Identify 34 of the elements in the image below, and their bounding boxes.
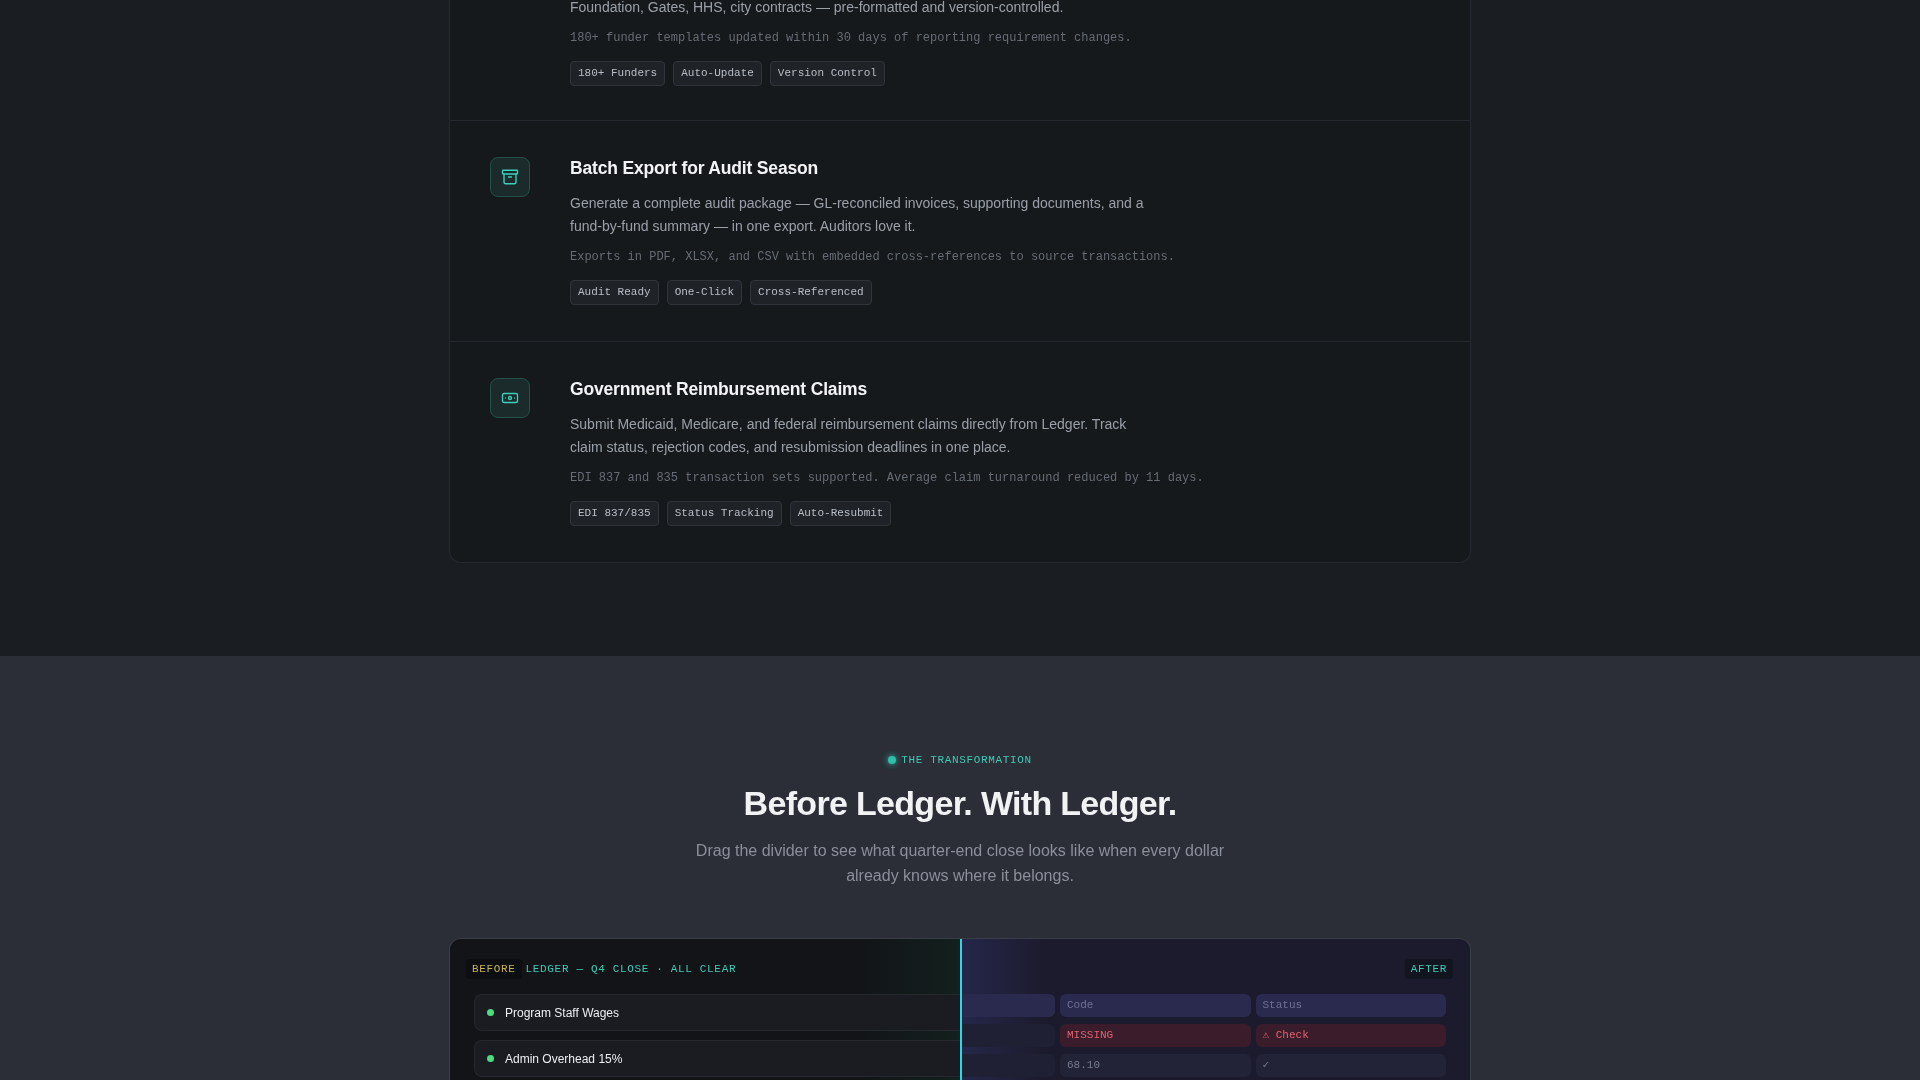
table-cell: 68.10 xyxy=(1060,1054,1251,1077)
archive-icon xyxy=(490,157,530,197)
feature-tag: Auto-Update xyxy=(673,61,762,86)
pane-header: LEDGER — Q4 CLOSE · ALL CLEAR xyxy=(525,961,737,977)
feature-tag: Cross-Referenced xyxy=(750,280,872,305)
feature-note: 180+ funder templates updated within 30 days of reporting requirement changes. xyxy=(570,30,1132,46)
section-subtitle: Drag the divider to see what quarter-end close looks like when every dollar already knows where it belongs. xyxy=(694,841,1226,886)
feature-tag: Auto-Resubmit xyxy=(789,501,892,526)
feature-description: Generate a complete audit package — GL-reconciled invoices, supporting documents, and a fund-by-fund summary — in one export. Auditors love it. xyxy=(570,194,1145,236)
feature-description: Foundation, Gates, HHS, city contracts — pre-formatted and version-controlled. xyxy=(570,0,1064,17)
ledger-row-label: Admin Overhead 15% xyxy=(505,1050,623,1068)
table-cell: ⚠ Check xyxy=(1255,1024,1446,1047)
feature-tag: 180+ Funders xyxy=(570,61,666,86)
feature-tag: One-Click xyxy=(666,280,743,305)
feature-title: Batch Export for Audit Season xyxy=(570,157,819,179)
table-cell: ✓ xyxy=(1255,1054,1446,1077)
after-badge: AFTER xyxy=(1404,959,1453,979)
feature-description: Submit Medicaid, Medicare, and federal reimbursement claims directly from Ledger. Track claim status, rejection codes, and resubmission deadlines in one place. xyxy=(570,415,1128,457)
feature-tag: Status Tracking xyxy=(666,501,782,526)
ledger-row-label: Program Staff Wages xyxy=(505,1004,620,1022)
table-cell: MISSING xyxy=(1060,1024,1251,1047)
feature-tag: Version Control xyxy=(769,61,885,86)
banknote-icon xyxy=(490,378,530,418)
feature-note: EDI 837 and 835 transaction sets supported. Average claim turnaround reduced by 11 days. xyxy=(570,470,1204,486)
feature-tag: Audit Ready xyxy=(570,280,659,305)
divider-handle[interactable] xyxy=(960,939,962,1080)
feature-note: Exports in PDF, XLSX, and CSV with embedded cross-references to source transactions. xyxy=(570,249,1175,265)
section-eyebrow: THE TRANSFORMATION xyxy=(901,753,1032,768)
feature-title: Government Reimbursement Claims xyxy=(570,378,868,400)
before-badge: BEFORE xyxy=(466,959,522,979)
column-header: Status xyxy=(1255,994,1446,1017)
column-header: Code xyxy=(1060,994,1251,1017)
feature-tag: EDI 837/835 xyxy=(570,501,659,526)
section-heading: Before Ledger. With Ledger. xyxy=(743,783,1177,824)
